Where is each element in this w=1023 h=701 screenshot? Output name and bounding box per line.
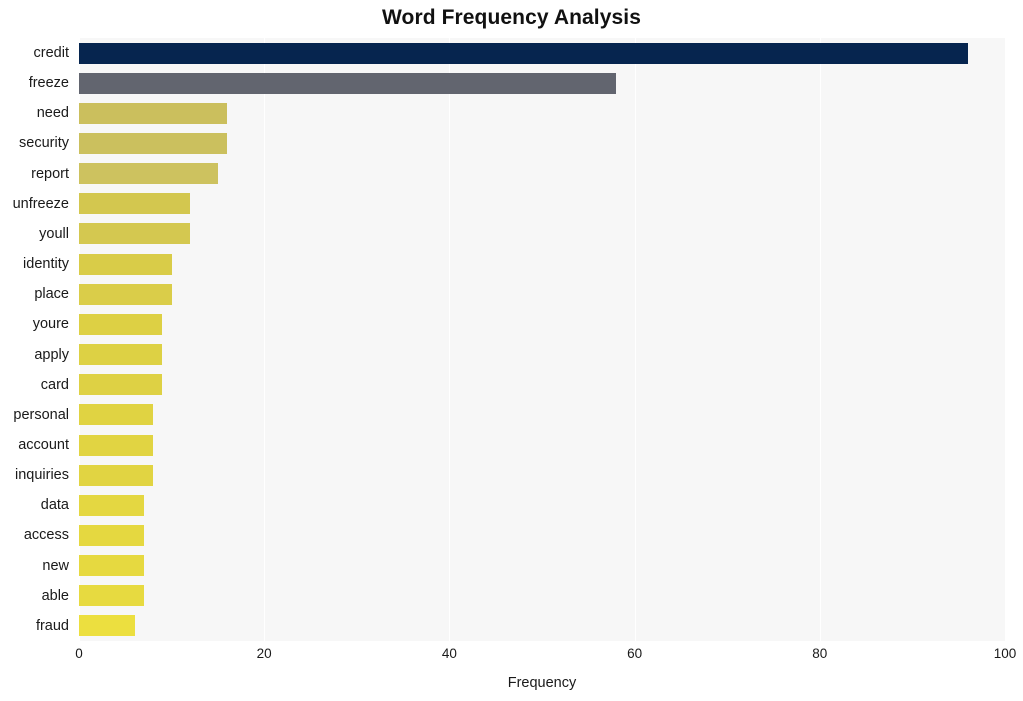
bar[interactable] bbox=[79, 163, 218, 185]
y-axis-tick-label: security bbox=[19, 135, 69, 152]
bar-row[interactable]: place bbox=[34, 279, 1005, 309]
y-axis-tick-label: report bbox=[31, 165, 69, 182]
x-tick-label: 60 bbox=[627, 646, 643, 661]
x-tick-label: 40 bbox=[441, 646, 457, 661]
bar[interactable] bbox=[79, 344, 163, 366]
x-axis-label: Frequency bbox=[507, 675, 577, 691]
y-axis-tick-label: inquiries bbox=[15, 467, 69, 484]
bar-row[interactable]: freeze bbox=[29, 68, 1005, 98]
bar[interactable] bbox=[79, 494, 144, 516]
chart-figure: Word Frequency Analysis credit freeze need… bbox=[0, 0, 1023, 701]
x-tick-label: 20 bbox=[256, 646, 272, 661]
chart-title: Word Frequency Analysis bbox=[381, 6, 642, 29]
bar-row[interactable]: fraud bbox=[36, 611, 1005, 641]
x-tick-label: 100 bbox=[993, 646, 1017, 661]
y-axis-tick-label: need bbox=[36, 105, 69, 122]
bar-row[interactable]: identity bbox=[23, 249, 1005, 279]
bar[interactable] bbox=[79, 133, 228, 154]
bar[interactable] bbox=[79, 374, 163, 396]
bar-row[interactable]: new bbox=[42, 551, 1005, 581]
y-axis-tick-label: card bbox=[40, 376, 69, 393]
bar[interactable] bbox=[79, 464, 154, 486]
gridline-100 bbox=[1005, 38, 1006, 641]
y-axis-tick-label: fraud bbox=[35, 617, 69, 634]
bar[interactable] bbox=[79, 555, 144, 577]
y-axis-tick-label: able bbox=[41, 587, 69, 604]
bar[interactable] bbox=[79, 524, 144, 546]
y-axis-tick-label: apply bbox=[34, 346, 69, 363]
y-axis-tick-label: youre bbox=[32, 316, 69, 333]
bar-row[interactable]: youll bbox=[39, 219, 1005, 249]
y-axis-tick-label: place bbox=[34, 286, 69, 303]
y-axis-tick-label: account bbox=[18, 436, 69, 453]
bar[interactable] bbox=[79, 253, 172, 275]
plot-area: credit freeze need security report unfreeze yo… bbox=[13, 38, 1016, 691]
bar-row[interactable]: account bbox=[18, 430, 1005, 460]
y-axis-tick-label: new bbox=[42, 557, 69, 574]
y-axis-tick-label: data bbox=[40, 497, 69, 514]
x-tick-label: 0 bbox=[75, 646, 83, 661]
bar-row[interactable]: credit bbox=[34, 38, 1005, 68]
bar[interactable] bbox=[79, 283, 172, 305]
bar-row[interactable]: youre bbox=[33, 309, 1005, 339]
bar-row[interactable]: need bbox=[37, 98, 1005, 128]
bar[interactable] bbox=[79, 72, 617, 94]
bar[interactable] bbox=[79, 102, 228, 124]
y-axis-tick-label: youll bbox=[39, 225, 69, 242]
bar[interactable] bbox=[79, 223, 191, 245]
y-axis-tick-label: personal bbox=[13, 406, 69, 423]
bar[interactable] bbox=[79, 42, 968, 64]
y-axis-tick-label: unfreeze bbox=[12, 195, 69, 212]
bar-row[interactable]: able bbox=[42, 581, 1005, 611]
y-axis-tick-label: freeze bbox=[28, 75, 69, 92]
y-axis-tick-label: access bbox=[23, 527, 69, 544]
x-tick-label: 80 bbox=[812, 646, 828, 661]
bar[interactable] bbox=[79, 313, 163, 335]
bar[interactable] bbox=[79, 434, 154, 456]
y-axis-tick-label: identity bbox=[23, 256, 69, 273]
bar-row[interactable]: data bbox=[41, 490, 1005, 520]
y-axis-tick-label: credit bbox=[33, 45, 69, 61]
bar[interactable] bbox=[79, 404, 154, 426]
bar-row[interactable]: unfreeze bbox=[13, 189, 1005, 219]
bar-row[interactable]: personal bbox=[13, 400, 1005, 430]
bar-row[interactable]: access bbox=[24, 520, 1005, 550]
bar[interactable] bbox=[79, 615, 135, 637]
bar[interactable] bbox=[79, 193, 191, 215]
bar-row[interactable]: report bbox=[31, 159, 1005, 189]
bar-row[interactable]: inquiries bbox=[15, 460, 1005, 490]
bar-row[interactable]: security bbox=[19, 128, 1005, 158]
bar-row[interactable]: apply bbox=[34, 340, 1005, 370]
bar[interactable] bbox=[79, 585, 144, 607]
bar-row[interactable]: card bbox=[41, 370, 1005, 400]
